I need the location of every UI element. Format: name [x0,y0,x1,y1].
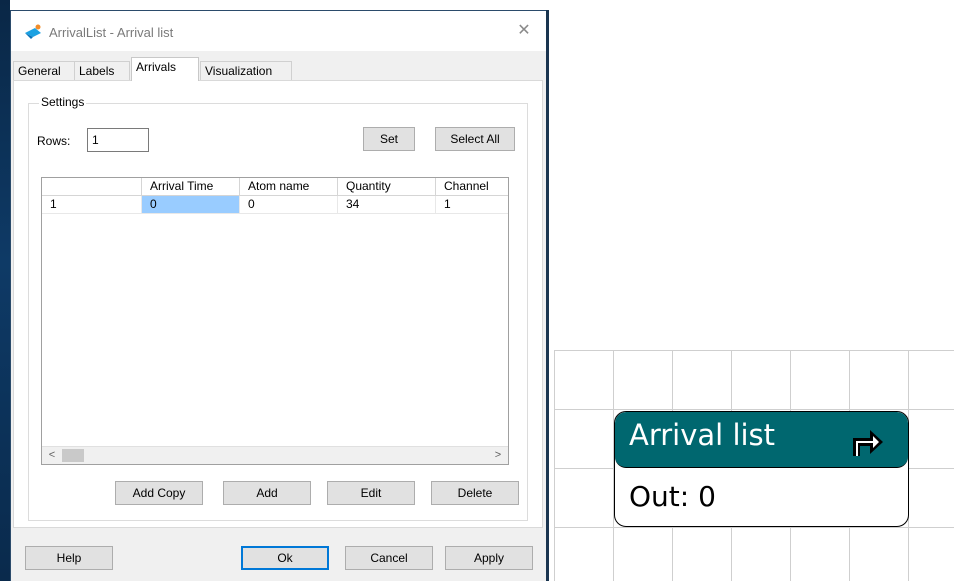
arrivals-table: Arrival Time Atom name Quantity Channel … [41,177,509,465]
arrival-list-node[interactable]: Arrival list Out: 0 [614,411,909,527]
model-canvas[interactable]: Arrival list Out: 0 [554,350,954,581]
column-header-index[interactable] [42,178,142,196]
scroll-right-arrow-icon[interactable]: > [490,447,506,464]
close-button[interactable]: ✕ [510,19,538,43]
app-logo-icon [25,24,41,39]
arrival-list-dialog: ArrivalList - Arrival list ✕ General Lab… [10,10,546,581]
tab-labels[interactable]: Labels [74,61,130,81]
delete-button[interactable]: Delete [431,481,519,505]
desktop-background [0,0,10,581]
help-button[interactable]: Help [25,546,113,570]
node-output-count: Out: 0 [629,480,716,513]
channel-cell[interactable]: 1 [436,196,508,214]
edit-button[interactable]: Edit [327,481,415,505]
settings-group-label: Settings [39,95,87,109]
scroll-left-arrow-icon[interactable]: < [44,447,60,464]
atom-name-cell[interactable]: 0 [240,196,338,214]
node-header: Arrival list [615,412,908,468]
tab-strip: General Labels Arrivals Visualization [11,57,546,81]
quantity-cell[interactable]: 34 [338,196,436,214]
arrivals-tab-panel: Settings Rows: Set Select All Arrival Ti… [13,80,543,528]
cancel-button[interactable]: Cancel [345,546,433,570]
table-header: Arrival Time Atom name Quantity Channel [42,178,508,196]
add-copy-button[interactable]: Add Copy [115,481,203,505]
rows-label: Rows: [37,134,71,148]
column-header-quantity[interactable]: Quantity [338,178,436,196]
apply-button[interactable]: Apply [445,546,533,570]
row-index-cell[interactable]: 1 [42,196,142,214]
rows-input[interactable] [87,128,149,152]
tab-general[interactable]: General [13,61,75,81]
window-title: ArrivalList - Arrival list [49,25,174,40]
ok-button[interactable]: Ok [241,546,329,570]
select-all-button[interactable]: Select All [435,127,515,151]
horizontal-scrollbar[interactable]: < > [42,446,508,464]
tab-visualization[interactable]: Visualization [200,61,292,81]
scroll-thumb[interactable] [62,449,84,462]
column-header-arrival-time[interactable]: Arrival Time [142,178,240,196]
turn-right-arrow-icon [853,430,883,456]
column-header-atom-name[interactable]: Atom name [240,178,338,196]
add-button[interactable]: Add [223,481,311,505]
title-bar[interactable]: ArrivalList - Arrival list ✕ [11,11,546,51]
settings-group: Settings Rows: Set Select All Arrival Ti… [28,95,528,521]
arrival-time-cell[interactable]: 0 [142,196,240,214]
tab-arrivals[interactable]: Arrivals [131,57,199,81]
column-header-channel[interactable]: Channel [436,178,508,196]
node-title: Arrival list [629,418,776,452]
set-button[interactable]: Set [363,127,415,151]
